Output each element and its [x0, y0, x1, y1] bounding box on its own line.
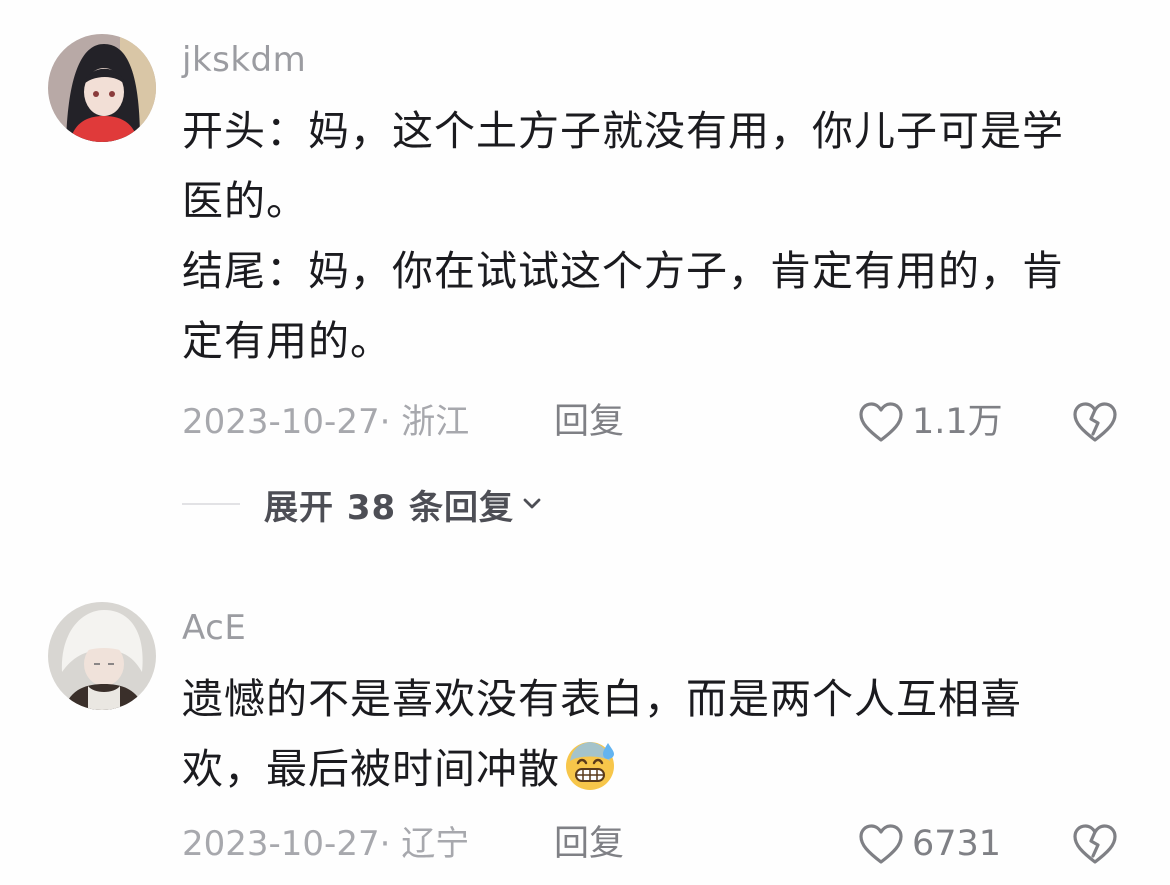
avatar-image	[48, 602, 156, 710]
comment-text: 开头：妈，这个土方子就没有用，你儿子可是学 医的。 结尾：妈，你在试试这个方子，…	[182, 96, 1122, 376]
grimacing-sweat-emoji	[566, 742, 614, 790]
like-button[interactable]: 1.1万	[858, 400, 1003, 444]
broken-heart-icon	[1073, 402, 1117, 442]
expand-replies-label: 展开 38 条回复	[264, 487, 514, 528]
avatar[interactable]	[48, 34, 156, 142]
comment-line: 结尾：妈，你在试试这个方子，肯定有用的，肯	[182, 247, 1064, 295]
comment-line: 开头：妈，这个土方子就没有用，你儿子可是学	[182, 107, 1064, 155]
like-count: 6731	[912, 824, 1002, 864]
reply-button[interactable]: 回复	[554, 400, 624, 444]
dislike-button[interactable]	[1072, 822, 1118, 866]
comment-line: 遗憾的不是喜欢没有表白，而是两个人互相喜	[182, 675, 1022, 723]
date-location: 2023-10-27· 浙江	[182, 402, 470, 442]
like-button[interactable]: 6731	[858, 822, 1001, 866]
dislike-button[interactable]	[1072, 400, 1118, 444]
like-count: 1.1万	[912, 402, 1003, 442]
username[interactable]: AcE	[182, 608, 246, 648]
divider-line	[182, 503, 240, 505]
heart-icon	[859, 402, 903, 442]
expand-replies-button[interactable]: 展开 38 条回复	[182, 482, 544, 528]
date-location: 2023-10-27· 辽宁	[182, 824, 470, 864]
avatar-image	[48, 34, 156, 142]
avatar[interactable]	[48, 602, 156, 710]
reply-button[interactable]: 回复	[554, 822, 624, 866]
comment-line: 医的。	[182, 177, 308, 225]
heart-icon	[859, 824, 903, 864]
comment-text: 遗憾的不是喜欢没有表白，而是两个人互相喜 欢，最后被时间冲散	[182, 664, 1122, 804]
comment-line: 欢，最后被时间冲散	[182, 734, 1122, 804]
comment-line-text: 欢，最后被时间冲散	[182, 745, 560, 793]
username[interactable]: jkskdm	[182, 40, 306, 80]
chevron-down-icon	[523, 498, 541, 509]
comment-line: 定有用的。	[182, 317, 392, 365]
broken-heart-icon	[1073, 824, 1117, 864]
